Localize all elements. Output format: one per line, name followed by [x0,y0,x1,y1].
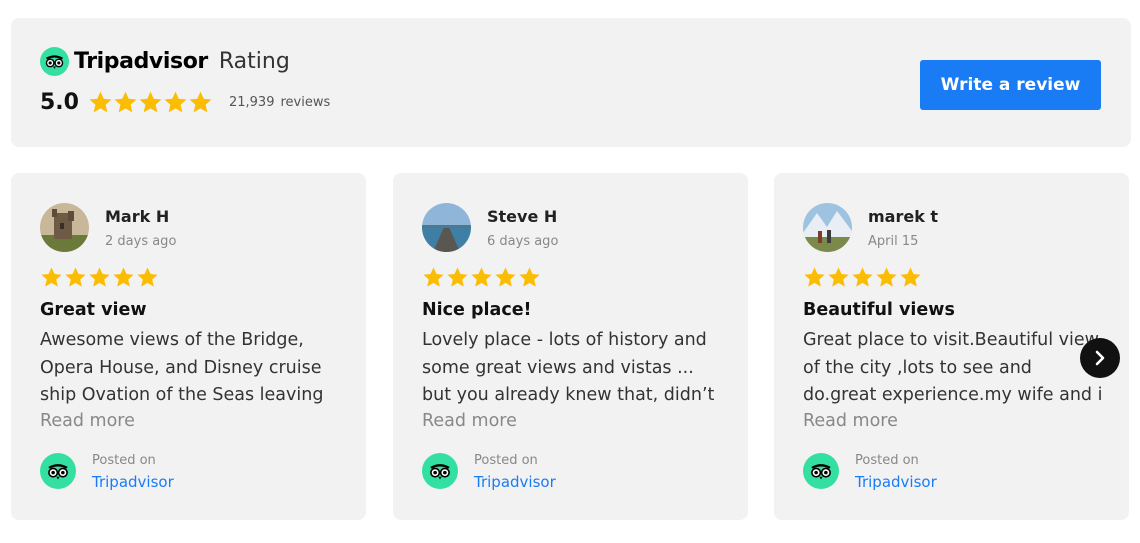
review-text-line: Opera House, and Disney cruise [40,357,322,378]
star-icon [138,90,163,115]
posted-on-label: Posted on [474,453,538,468]
review-title: Nice place! [422,300,532,320]
star-icon [827,266,850,289]
star-icon [163,90,188,115]
tripadvisor-owl-icon [422,453,458,489]
overall-score: 5.0 [40,90,79,115]
reviewer-name: marek t [868,207,939,226]
star-icon [494,266,517,289]
review-text: Great place to visit.Beautiful view of t… [803,327,1103,410]
chevron-right-icon [1095,350,1105,366]
review-text-line: but you already knew that, didn’t [422,385,715,405]
star-icon [88,266,111,289]
posted-on-label: Posted on [92,453,156,468]
mountain-photo-avatar [803,203,852,252]
write-review-button[interactable]: Write a review [920,60,1101,110]
score-row: 5.0 21,939 reviews [40,90,330,115]
review-text-line: of the city ,lots to see and [803,357,1032,378]
review-star-rating [803,266,923,289]
star-icon [803,266,826,289]
review-title: Great view [40,300,147,320]
reviewer-name: Mark H [105,207,170,226]
rating-label: Rating [218,49,290,74]
rating-header: Tripadvisor Rating 5.0 21,939 reviews Wr… [11,18,1131,147]
castle-photo-avatar [40,203,89,252]
tripadvisor-owl-icon [40,453,76,489]
review-text-line: do.great experience.my wife and i [803,385,1103,405]
star-icon [113,90,138,115]
star-icon [851,266,874,289]
carousel-next-button[interactable] [1080,338,1120,378]
posted-on-label: Posted on [855,453,919,468]
star-icon [188,90,213,115]
source-link[interactable]: Tripadvisor [474,473,556,491]
star-icon [136,266,159,289]
review-text-line: Lovely place - lots of history and [422,330,707,350]
review-star-rating [422,266,542,289]
review-date: 6 days ago [487,234,559,249]
star-icon [112,266,135,289]
read-more-link[interactable]: Read more [40,411,135,431]
overall-star-rating [88,90,213,115]
pier-photo-avatar [422,203,471,252]
review-card: marek t April 15 Beautiful views Great p… [774,173,1129,520]
tripadvisor-owl-icon [803,453,839,489]
review-count: 21,939 [228,95,275,110]
review-date: April 15 [868,234,919,249]
review-card: Mark H 2 days ago Great view Awesome vie… [11,173,366,520]
read-more-link[interactable]: Read more [422,411,517,431]
review-count-label: reviews [280,95,331,110]
star-icon [470,266,493,289]
star-icon [422,266,445,289]
brand: Tripadvisor Rating [40,47,290,76]
star-icon [64,266,87,289]
review-title: Beautiful views [803,300,955,320]
read-more-link[interactable]: Read more [803,411,898,431]
review-card: Steve H 6 days ago Nice place! Lovely pl… [393,173,748,520]
source-link[interactable]: Tripadvisor [92,473,174,491]
review-text-line: Awesome views of the Bridge, [40,330,304,350]
review-text: Awesome views of the Bridge, Opera House… [40,327,340,410]
brand-name: Tripadvisor [74,49,208,74]
review-text: Lovely place - lots of history and some … [422,327,722,410]
tripadvisor-owl-icon [40,47,69,76]
star-icon [88,90,113,115]
star-icon [875,266,898,289]
review-text-line: ship Ovation of the Seas leaving [40,385,324,405]
review-text-line: some great views and vistas ... [422,357,694,378]
star-icon [40,266,63,289]
reviewer-name: Steve H [487,207,558,226]
review-text-line: Great place to visit.Beautiful view [803,330,1099,350]
review-date: 2 days ago [105,234,177,249]
source-link[interactable]: Tripadvisor [855,473,937,491]
star-icon [518,266,541,289]
star-icon [899,266,922,289]
star-icon [446,266,469,289]
review-star-rating [40,266,160,289]
